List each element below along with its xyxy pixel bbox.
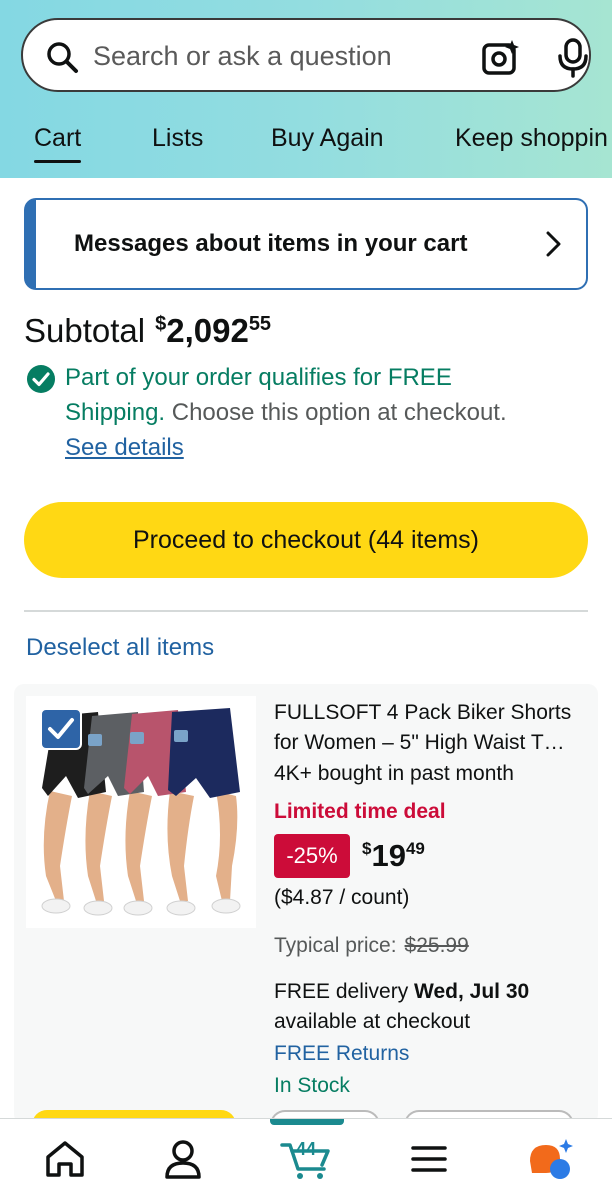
tab-bar: Cart Lists Buy Again Keep shoppin xyxy=(0,118,612,168)
unit-price: ($4.87 / count) xyxy=(274,886,410,909)
cart-messages-card[interactable]: Messages about items in your cart xyxy=(24,198,588,290)
bottom-nav: 44 xyxy=(0,1118,612,1199)
tab-cart[interactable]: Cart xyxy=(34,124,82,163)
discount-badge: -25% xyxy=(274,834,350,878)
search-icon xyxy=(47,42,78,73)
deselect-all-link[interactable]: Deselect all items xyxy=(26,634,214,662)
check-circle-icon xyxy=(27,365,55,393)
camera-search-icon[interactable] xyxy=(481,38,521,76)
subtotal-cents: 55 xyxy=(248,313,272,335)
delivery-info: FREE delivery Wed, Jul 30 xyxy=(274,980,529,1004)
cart-item: FULLSOFT 4 Pack Biker Shorts for Women –… xyxy=(14,684,598,1124)
proceed-to-checkout-button[interactable]: Proceed to checkout (44 items) xyxy=(24,502,588,578)
deal-label: Limited time deal xyxy=(274,800,446,823)
header: Cart Lists Buy Again Keep shoppin xyxy=(0,0,612,178)
price-cents: 49 xyxy=(405,839,425,858)
bought-count: 4K+ bought in past month xyxy=(274,762,514,785)
free-shipping-word: Shipping. xyxy=(65,399,166,426)
checkout-option-text: Choose this option at checkout. xyxy=(165,399,507,426)
checkmark-icon xyxy=(48,718,74,739)
product-title-line2: for Women – 5" High Waist T… xyxy=(274,731,565,754)
account-icon[interactable] xyxy=(158,1137,208,1181)
subtotal-amount: 2,092 xyxy=(166,312,249,349)
microphone-icon[interactable] xyxy=(557,38,589,78)
typical-price: Typical price: $25.99 xyxy=(274,934,469,958)
cart-count-badge: 44 xyxy=(296,1139,317,1159)
delivery-prefix: FREE delivery xyxy=(274,980,415,1003)
item-select-checkbox[interactable] xyxy=(40,708,82,750)
active-tab-indicator xyxy=(270,1119,344,1125)
free-shipping-line1: Part of your order qualifies for FREE xyxy=(65,364,452,391)
delivery-date: Wed, Jul 30 xyxy=(414,980,530,1003)
subtotal-currency: $ xyxy=(155,313,167,335)
see-details-link[interactable]: See details xyxy=(65,430,184,465)
search-input[interactable] xyxy=(93,34,453,78)
price-dollars: 19 xyxy=(371,838,406,873)
typical-price-value: $25.99 xyxy=(404,934,469,957)
menu-icon[interactable] xyxy=(404,1137,454,1181)
tab-keep-shopping[interactable]: Keep shoppin xyxy=(455,124,608,153)
tab-lists[interactable]: Lists xyxy=(152,124,203,153)
cart-messages-label: Messages about items in your cart xyxy=(74,230,468,257)
free-shipping-line2: Shipping. Choose this option at checkout… xyxy=(65,395,507,430)
chevron-right-icon xyxy=(546,231,561,257)
product-title-line1: FULLSOFT 4 Pack Biker Shorts xyxy=(274,701,572,724)
item-details: FULLSOFT 4 Pack Biker Shorts for Women –… xyxy=(274,698,594,1097)
subtotal-label: Subtotal xyxy=(24,312,146,349)
stock-status: In Stock xyxy=(274,1074,350,1097)
price-currency: $ xyxy=(362,839,372,858)
search-bar[interactable] xyxy=(21,18,591,92)
divider xyxy=(24,610,588,612)
product-title[interactable]: FULLSOFT 4 Pack Biker Shorts for Women –… xyxy=(274,698,594,758)
availability-note: available at checkout xyxy=(274,1010,471,1033)
free-returns-link[interactable]: FREE Returns xyxy=(274,1042,409,1066)
typical-price-label: Typical price: xyxy=(274,934,397,957)
item-price: $1949 xyxy=(362,838,425,874)
subtotal: Subtotal $2,09255 xyxy=(24,312,271,356)
rufus-ai-icon[interactable] xyxy=(526,1137,576,1181)
home-icon[interactable] xyxy=(40,1137,90,1181)
tab-buy-again[interactable]: Buy Again xyxy=(271,124,384,153)
